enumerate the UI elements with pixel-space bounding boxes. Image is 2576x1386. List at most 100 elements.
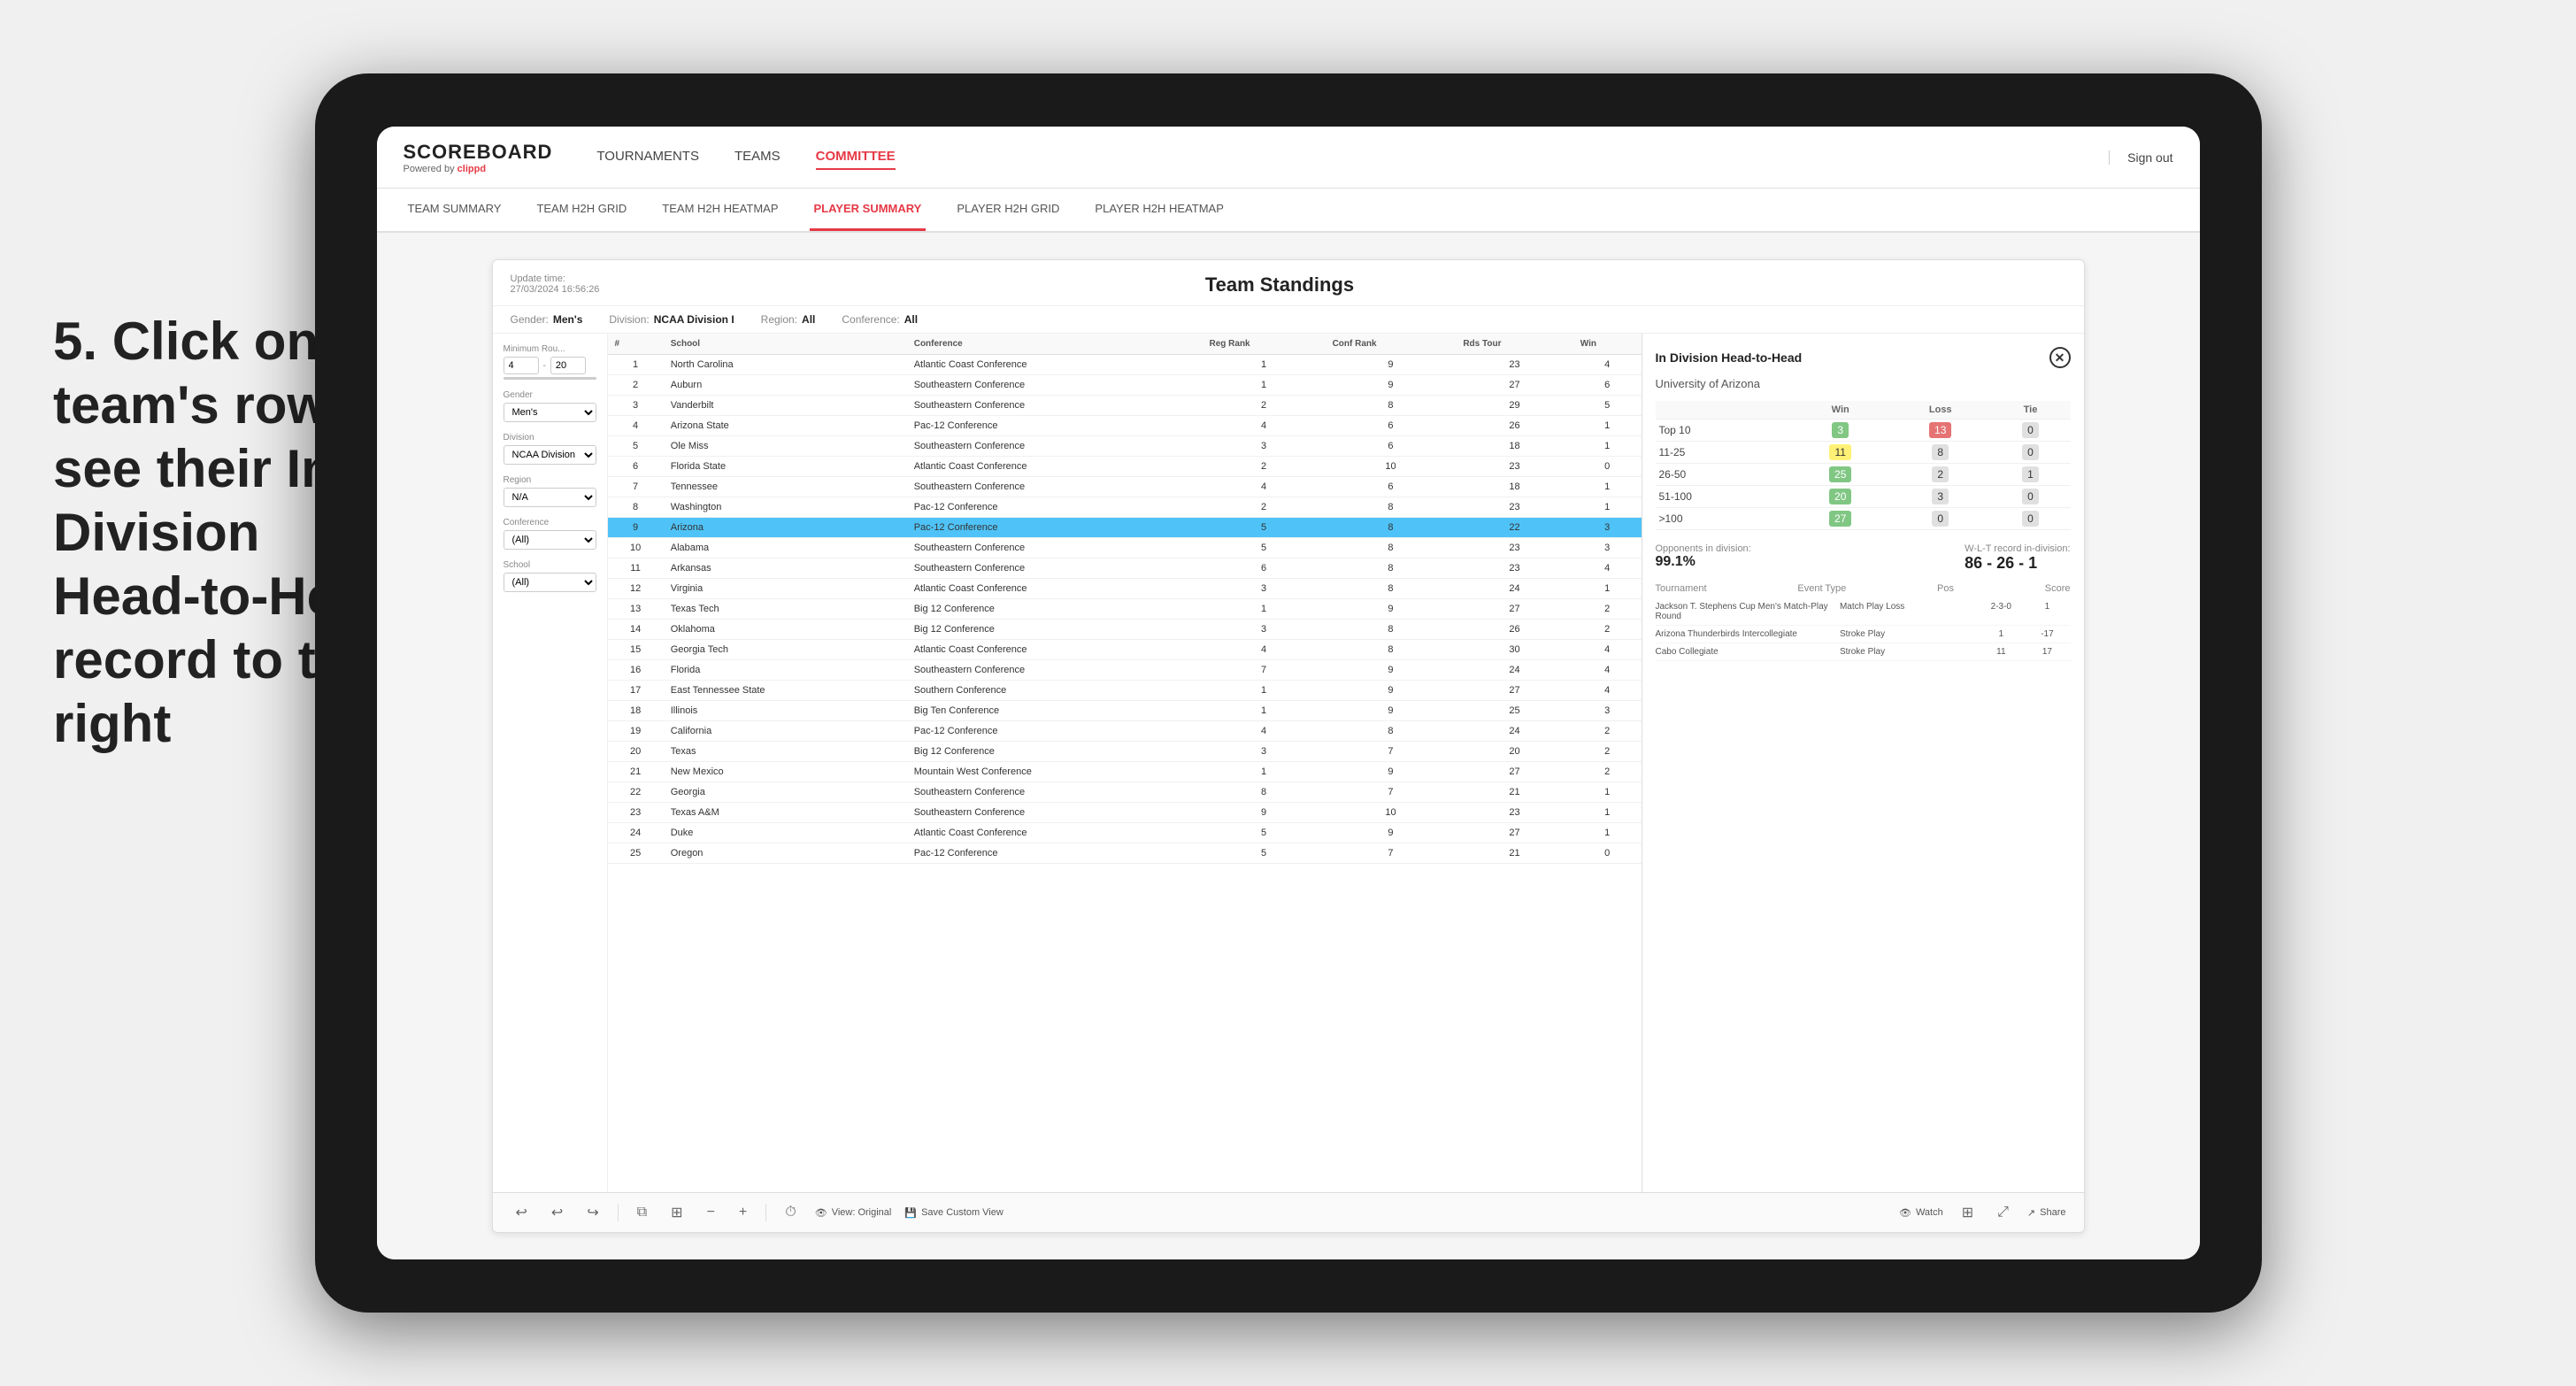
cell-win: 2 <box>1573 762 1642 782</box>
cell-rank: 7 <box>608 477 664 497</box>
table-row[interactable]: 16 Florida Southeastern Conference 7 9 2… <box>608 660 1642 681</box>
cell-conference: Southeastern Conference <box>907 396 1203 416</box>
forward-button[interactable]: ↪ <box>581 1200 604 1225</box>
cell-win: 4 <box>1573 640 1642 660</box>
nav-teams[interactable]: TEAMS <box>734 144 780 170</box>
table-row[interactable]: 18 Illinois Big Ten Conference 1 9 25 3 <box>608 701 1642 721</box>
h2h-row: Top 10 3 13 0 <box>1656 420 2071 442</box>
table-row[interactable]: 11 Arkansas Southeastern Conference 6 8 … <box>608 558 1642 579</box>
clock-button[interactable]: ⏱ <box>780 1201 801 1224</box>
cell-school: Oregon <box>664 843 907 864</box>
subnav-team-summary[interactable]: TEAM SUMMARY <box>404 189 506 231</box>
tablet-screen: SCOREBOARD Powered by clippd TOURNAMENTS… <box>377 127 2200 1259</box>
col-conference: Conference <box>907 334 1203 355</box>
table-row[interactable]: 21 New Mexico Mountain West Conference 1… <box>608 762 1642 782</box>
main-content: Update time: 27/03/2024 16:56:26 Team St… <box>377 233 2200 1259</box>
standings-table: # School Conference Reg Rank Conf Rank R… <box>608 334 1642 864</box>
sign-out-button[interactable]: Sign out <box>2109 150 2172 165</box>
division-control-group: Division NCAA Division I <box>504 433 596 465</box>
table-row[interactable]: 4 Arizona State Pac-12 Conference 4 6 26… <box>608 416 1642 436</box>
cell-conf-rank: 8 <box>1326 640 1457 660</box>
subnav-team-h2h-heatmap[interactable]: TEAM H2H HEATMAP <box>657 189 782 231</box>
score-header: Score <box>2045 583 2071 594</box>
nav-tournaments[interactable]: TOURNAMENTS <box>596 144 699 170</box>
h2h-row: 26-50 25 2 1 <box>1656 464 2071 486</box>
division-select[interactable]: NCAA Division I <box>504 445 596 465</box>
table-row[interactable]: 25 Oregon Pac-12 Conference 5 7 21 0 <box>608 843 1642 864</box>
view-original-button[interactable]: 👁 View: Original <box>815 1207 892 1219</box>
cell-rank: 20 <box>608 742 664 762</box>
watch-button[interactable]: 👁 Watch <box>1899 1207 1943 1219</box>
cell-conference: Pac-12 Conference <box>907 497 1203 518</box>
table-row[interactable]: 9 Arizona Pac-12 Conference 5 8 22 3 <box>608 518 1642 538</box>
table-row[interactable]: 5 Ole Miss Southeastern Conference 3 6 1… <box>608 436 1642 457</box>
table-row[interactable]: 3 Vanderbilt Southeastern Conference 2 8… <box>608 396 1642 416</box>
cell-win: 2 <box>1573 721 1642 742</box>
grid-button[interactable]: ⊞ <box>1957 1200 1979 1225</box>
redo-button[interactable]: ↩ <box>546 1200 568 1225</box>
col-win: Win <box>1573 334 1642 355</box>
toolbar-right: 👁 Watch ⊞ ⤢ ↗ Share <box>1899 1200 2066 1225</box>
table-row[interactable]: 23 Texas A&M Southeastern Conference 9 1… <box>608 803 1642 823</box>
table-row[interactable]: 6 Florida State Atlantic Coast Conferenc… <box>608 457 1642 477</box>
school-select[interactable]: (All) <box>504 573 596 592</box>
nav-committee[interactable]: COMMITTEE <box>816 144 896 170</box>
region-select[interactable]: N/A <box>504 488 596 507</box>
h2h-close-button[interactable]: ✕ <box>2049 347 2071 368</box>
copy-button[interactable]: ⧉ <box>632 1201 652 1224</box>
cell-reg-rank: 5 <box>1203 538 1326 558</box>
cell-conf-rank: 9 <box>1326 375 1457 396</box>
subnav-player-summary[interactable]: PLAYER SUMMARY <box>810 189 927 231</box>
cell-win: 3 <box>1573 518 1642 538</box>
cell-conf-rank: 8 <box>1326 579 1457 599</box>
table-row[interactable]: 22 Georgia Southeastern Conference 8 7 2… <box>608 782 1642 803</box>
save-custom-button[interactable]: 💾 Save Custom View <box>904 1207 1003 1219</box>
cell-conf-rank: 7 <box>1326 742 1457 762</box>
cell-reg-rank: 2 <box>1203 497 1326 518</box>
table-row[interactable]: 10 Alabama Southeastern Conference 5 8 2… <box>608 538 1642 558</box>
table-row[interactable]: 13 Texas Tech Big 12 Conference 1 9 27 2 <box>608 599 1642 620</box>
table-row[interactable]: 19 California Pac-12 Conference 4 8 24 2 <box>608 721 1642 742</box>
cell-reg-rank: 3 <box>1203 436 1326 457</box>
share-button[interactable]: ↗ Share <box>2027 1207 2066 1219</box>
cell-rds: 23 <box>1456 355 1573 375</box>
cell-school: Illinois <box>664 701 907 721</box>
cell-conf-rank: 8 <box>1326 721 1457 742</box>
min-rounds-max-input[interactable] <box>550 357 586 374</box>
table-row[interactable]: 14 Oklahoma Big 12 Conference 3 8 26 2 <box>608 620 1642 640</box>
cell-rds: 23 <box>1456 457 1573 477</box>
subnav-team-h2h-grid[interactable]: TEAM H2H GRID <box>532 189 631 231</box>
table-row[interactable]: 2 Auburn Southeastern Conference 1 9 27 … <box>608 375 1642 396</box>
cell-win: 1 <box>1573 782 1642 803</box>
table-row[interactable]: 7 Tennessee Southeastern Conference 4 6 … <box>608 477 1642 497</box>
table-row[interactable]: 8 Washington Pac-12 Conference 2 8 23 1 <box>608 497 1642 518</box>
division-control-label: Division <box>504 433 596 443</box>
subnav-player-h2h-heatmap[interactable]: PLAYER H2H HEATMAP <box>1090 189 1227 231</box>
min-rounds-min-input[interactable] <box>504 357 539 374</box>
expand-button[interactable]: ⤢ <box>1992 1201 2014 1224</box>
col-school: School <box>664 334 907 355</box>
cell-rds: 18 <box>1456 436 1573 457</box>
cell-win: 0 <box>1573 843 1642 864</box>
table-row[interactable]: 24 Duke Atlantic Coast Conference 5 9 27… <box>608 823 1642 843</box>
subnav-player-h2h-grid[interactable]: PLAYER H2H GRID <box>952 189 1064 231</box>
cell-rank: 24 <box>608 823 664 843</box>
table-row[interactable]: 1 North Carolina Atlantic Coast Conferen… <box>608 355 1642 375</box>
conference-select[interactable]: (All) <box>504 530 596 550</box>
undo-button[interactable]: ↩ <box>511 1200 533 1225</box>
save-icon: 💾 <box>904 1207 917 1219</box>
table-row[interactable]: 12 Virginia Atlantic Coast Conference 3 … <box>608 579 1642 599</box>
cell-conference: Southeastern Conference <box>907 782 1203 803</box>
cell-conference: Atlantic Coast Conference <box>907 579 1203 599</box>
plus-button[interactable]: + <box>734 1201 752 1224</box>
cell-rds: 21 <box>1456 782 1573 803</box>
cell-conference: Southeastern Conference <box>907 660 1203 681</box>
h2h-header: In Division Head-to-Head ✕ <box>1656 347 2071 368</box>
minus-button[interactable]: − <box>702 1201 720 1224</box>
paste-button[interactable]: ⊞ <box>665 1200 688 1225</box>
table-row[interactable]: 15 Georgia Tech Atlantic Coast Conferenc… <box>608 640 1642 660</box>
gender-select[interactable]: Men's <box>504 403 596 422</box>
table-row[interactable]: 20 Texas Big 12 Conference 3 7 20 2 <box>608 742 1642 762</box>
table-row[interactable]: 17 East Tennessee State Southern Confere… <box>608 681 1642 701</box>
cell-school: Georgia Tech <box>664 640 907 660</box>
